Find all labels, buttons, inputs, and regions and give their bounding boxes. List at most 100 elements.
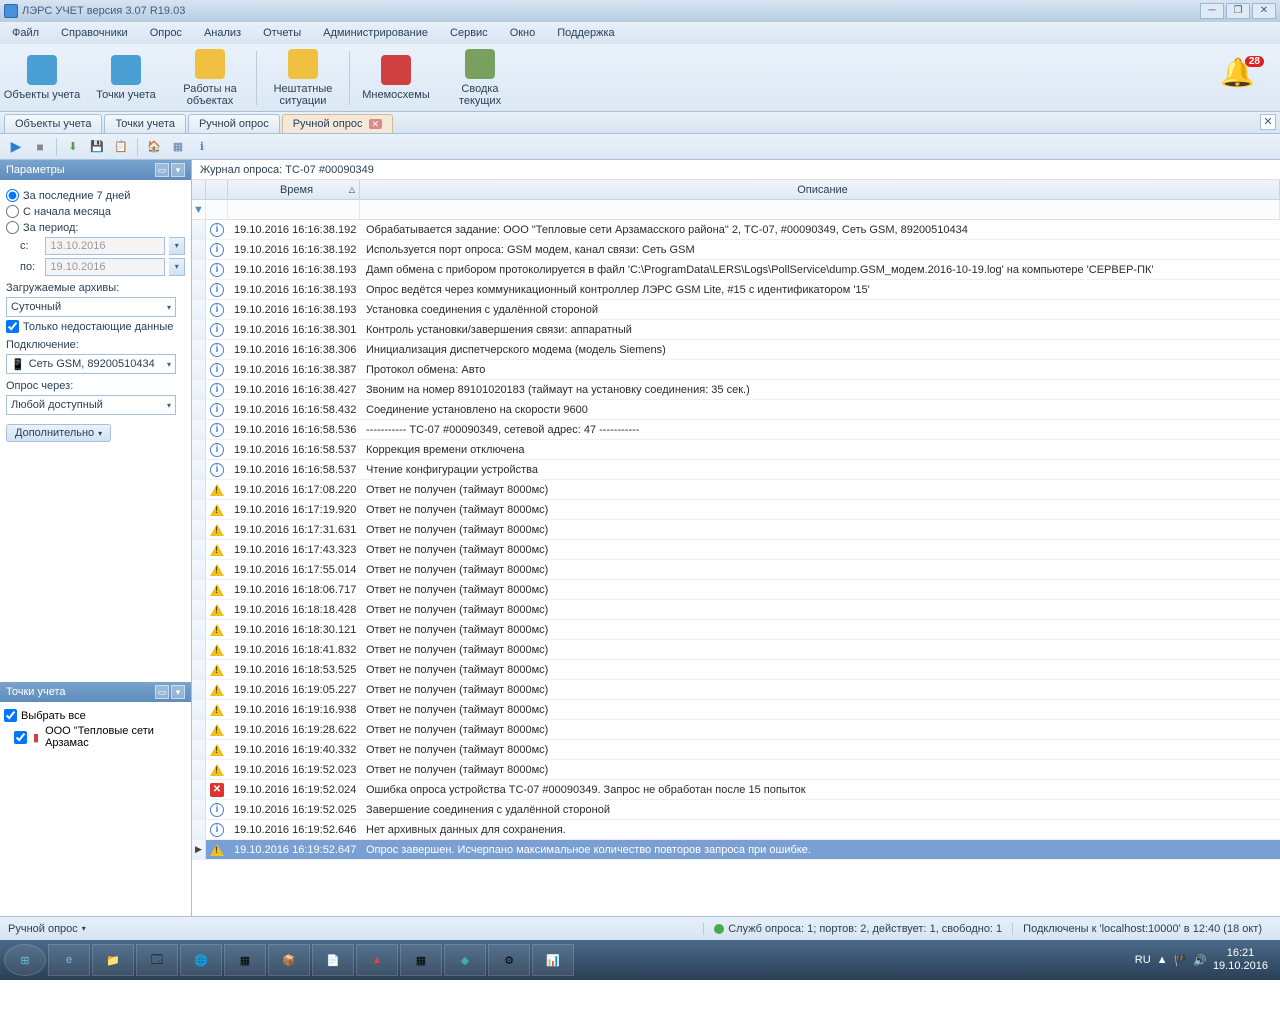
menu-Справочники[interactable]: Справочники bbox=[55, 25, 134, 41]
tab-Точки учета[interactable]: Точки учета bbox=[104, 114, 186, 133]
date-to-input[interactable] bbox=[45, 258, 165, 276]
close-tab-button[interactable]: ✕ bbox=[1260, 114, 1276, 130]
date-from-input[interactable] bbox=[45, 237, 165, 255]
toolbar-Точки учета[interactable]: Точки учета bbox=[86, 48, 166, 108]
app3-taskbar-icon[interactable]: 📦 bbox=[268, 944, 310, 976]
log-row[interactable]: i19.10.2016 16:16:38.193Установка соедин… bbox=[192, 300, 1280, 320]
tray-icon[interactable]: ▲ bbox=[1157, 954, 1168, 966]
ie-taskbar-icon[interactable]: e bbox=[48, 944, 90, 976]
log-row[interactable]: 19.10.2016 16:17:19.920Ответ не получен … bbox=[192, 500, 1280, 520]
play-button[interactable]: ▶ bbox=[6, 137, 26, 157]
log-row[interactable]: i19.10.2016 16:16:38.306Инициализация ди… bbox=[192, 340, 1280, 360]
home-button[interactable]: 🏠 bbox=[144, 137, 164, 157]
opt-last7[interactable]: За последние 7 дней bbox=[6, 189, 185, 202]
tab-Ручной опрос[interactable]: Ручной опрос✕ bbox=[282, 114, 393, 133]
info-button[interactable]: ℹ bbox=[192, 137, 212, 157]
filter-desc[interactable] bbox=[360, 200, 1280, 219]
params-collapse-button[interactable]: ▭ bbox=[155, 163, 169, 177]
save-button[interactable]: 💾 bbox=[87, 137, 107, 157]
log-row[interactable]: 19.10.2016 16:19:05.227Ответ не получен … bbox=[192, 680, 1280, 700]
menu-Окно[interactable]: Окно bbox=[504, 25, 542, 41]
log-row[interactable]: 19.10.2016 16:19:52.023Ответ не получен … bbox=[192, 760, 1280, 780]
log-row[interactable]: 19.10.2016 16:17:43.323Ответ не получен … bbox=[192, 540, 1280, 560]
toolbar-Работы на объектах[interactable]: Работы на объектах bbox=[170, 48, 250, 108]
app7-taskbar-icon[interactable]: ⚙ bbox=[488, 944, 530, 976]
menu-Поддержка[interactable]: Поддержка bbox=[551, 25, 620, 41]
explorer-taskbar-icon[interactable]: 📁 bbox=[92, 944, 134, 976]
stop-button[interactable]: ■ bbox=[30, 137, 50, 157]
points-pin-button[interactable]: ▾ bbox=[171, 685, 185, 699]
log-grid[interactable]: i19.10.2016 16:16:38.192Обрабатывается з… bbox=[192, 220, 1280, 916]
pdf-taskbar-icon[interactable]: ▲ bbox=[356, 944, 398, 976]
filter-icon[interactable]: ▼ bbox=[193, 204, 204, 216]
grid-button[interactable]: ▦ bbox=[168, 137, 188, 157]
log-row[interactable]: 19.10.2016 16:17:55.014Ответ не получен … bbox=[192, 560, 1280, 580]
lang-indicator[interactable]: RU bbox=[1135, 954, 1151, 966]
toolbar-Нештатные ситуации[interactable]: Нештатные ситуации bbox=[263, 48, 343, 108]
filter-time[interactable] bbox=[228, 200, 360, 219]
log-row[interactable]: i19.10.2016 16:16:38.301Контроль установ… bbox=[192, 320, 1280, 340]
tab-Объекты учета[interactable]: Объекты учета bbox=[4, 114, 102, 133]
flag-icon[interactable]: 🏴 bbox=[1174, 954, 1188, 967]
close-button[interactable]: ✕ bbox=[1252, 3, 1276, 19]
log-row[interactable]: i19.10.2016 16:16:38.192Обрабатывается з… bbox=[192, 220, 1280, 240]
col-desc[interactable]: Описание bbox=[360, 180, 1280, 199]
log-row[interactable]: i19.10.2016 16:16:38.427Звоним на номер … bbox=[192, 380, 1280, 400]
log-row[interactable]: 19.10.2016 16:18:06.717Ответ не получен … bbox=[192, 580, 1280, 600]
select-all-checkbox[interactable]: Выбрать все bbox=[4, 709, 187, 722]
log-row[interactable]: i19.10.2016 16:16:58.537Чтение конфигура… bbox=[192, 460, 1280, 480]
tab-close-icon[interactable]: ✕ bbox=[369, 119, 383, 129]
chrome-taskbar-icon[interactable]: 🌐 bbox=[180, 944, 222, 976]
point-item[interactable]: ▮ООО "Тепловые сети Арзамас bbox=[14, 725, 187, 749]
app5-taskbar-icon[interactable]: ▦ bbox=[400, 944, 442, 976]
points-collapse-button[interactable]: ▭ bbox=[155, 685, 169, 699]
app6-taskbar-icon[interactable]: ◆ bbox=[444, 944, 486, 976]
notifications-bell[interactable]: 🔔 28 bbox=[1220, 56, 1260, 96]
log-row[interactable]: i19.10.2016 16:16:38.193Дамп обмена с пр… bbox=[192, 260, 1280, 280]
log-row[interactable]: ✕19.10.2016 16:19:52.024Ошибка опроса ус… bbox=[192, 780, 1280, 800]
app-taskbar-icon[interactable]: 🗔 bbox=[136, 944, 178, 976]
menu-Файл[interactable]: Файл bbox=[6, 25, 45, 41]
date-from-dropdown[interactable]: ▾ bbox=[169, 237, 185, 255]
toolbar-Сводка текущих[interactable]: Сводка текущих bbox=[440, 48, 520, 108]
clock[interactable]: 16:2119.10.2016 bbox=[1213, 947, 1268, 973]
menu-Опрос[interactable]: Опрос bbox=[144, 25, 188, 41]
pollvia-select[interactable]: Любой доступный▾ bbox=[6, 395, 176, 415]
sound-icon[interactable]: 🔊 bbox=[1193, 954, 1207, 967]
log-row[interactable]: i19.10.2016 16:16:38.387Протокол обмена:… bbox=[192, 360, 1280, 380]
log-row[interactable]: i19.10.2016 16:16:38.192Используется пор… bbox=[192, 240, 1280, 260]
tab-Ручной опрос[interactable]: Ручной опрос bbox=[188, 114, 280, 133]
menu-Анализ[interactable]: Анализ bbox=[198, 25, 247, 41]
log-row[interactable]: i19.10.2016 16:19:52.025Завершение соеди… bbox=[192, 800, 1280, 820]
menu-Администрирование[interactable]: Администрирование bbox=[317, 25, 434, 41]
log-row[interactable]: 19.10.2016 16:18:41.832Ответ не получен … bbox=[192, 640, 1280, 660]
log-row[interactable]: 19.10.2016 16:18:30.121Ответ не получен … bbox=[192, 620, 1280, 640]
opt-month-start[interactable]: С начала месяца bbox=[6, 205, 185, 218]
log-row[interactable]: i19.10.2016 16:16:38.193Опрос ведётся че… bbox=[192, 280, 1280, 300]
log-row[interactable]: 19.10.2016 16:19:28.622Ответ не получен … bbox=[192, 720, 1280, 740]
copy-button[interactable]: 📋 bbox=[111, 137, 131, 157]
restore-button[interactable]: ❐ bbox=[1226, 3, 1250, 19]
log-row[interactable]: 19.10.2016 16:17:31.631Ответ не получен … bbox=[192, 520, 1280, 540]
log-row[interactable]: i19.10.2016 16:16:58.432Соединение устан… bbox=[192, 400, 1280, 420]
toolbar-Объекты учета[interactable]: Объекты учета bbox=[2, 48, 82, 108]
menu-Сервис[interactable]: Сервис bbox=[444, 25, 494, 41]
params-pin-button[interactable]: ▾ bbox=[171, 163, 185, 177]
connection-select[interactable]: 📱Сеть GSM, 89200510434▾ bbox=[6, 354, 176, 374]
app4-taskbar-icon[interactable]: 📄 bbox=[312, 944, 354, 976]
col-time[interactable]: Время△ bbox=[228, 180, 360, 199]
log-row[interactable]: i19.10.2016 16:16:58.537Коррекция времен… bbox=[192, 440, 1280, 460]
log-row[interactable]: 19.10.2016 16:19:40.332Ответ не получен … bbox=[192, 740, 1280, 760]
log-row[interactable]: i19.10.2016 16:19:52.646Нет архивных дан… bbox=[192, 820, 1280, 840]
menu-Отчеты[interactable]: Отчеты bbox=[257, 25, 307, 41]
log-row[interactable]: i19.10.2016 16:16:58.536----------- ТС-0… bbox=[192, 420, 1280, 440]
missing-only-checkbox[interactable]: Только недостающие данные bbox=[6, 320, 185, 333]
log-row[interactable]: 19.10.2016 16:18:18.428Ответ не получен … bbox=[192, 600, 1280, 620]
log-row[interactable]: 19.10.2016 16:17:08.220Ответ не получен … bbox=[192, 480, 1280, 500]
opt-custom-period[interactable]: За период: bbox=[6, 221, 185, 234]
date-to-dropdown[interactable]: ▾ bbox=[169, 258, 185, 276]
minimize-button[interactable]: ─ bbox=[1200, 3, 1224, 19]
log-row[interactable]: 19.10.2016 16:19:16.938Ответ не получен … bbox=[192, 700, 1280, 720]
archive-select[interactable]: Суточный▾ bbox=[6, 297, 176, 317]
export-button[interactable]: ⬇ bbox=[63, 137, 83, 157]
